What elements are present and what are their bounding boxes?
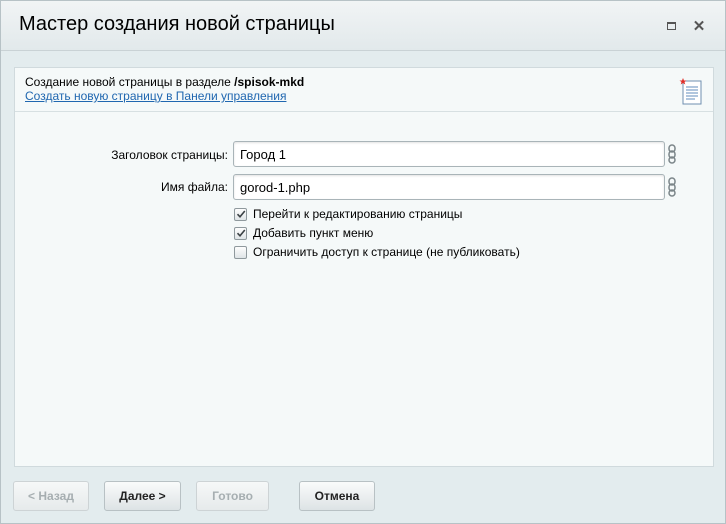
page-title-label: Заголовок страницы: [111, 148, 228, 162]
section-header: Создание новой страницы в разделе /spiso… [15, 68, 713, 112]
checkbox-checked[interactable] [234, 226, 247, 240]
option-add-menu-item[interactable]: Добавить пункт меню [234, 225, 373, 241]
next-button[interactable]: Далее > [104, 481, 181, 511]
file-name-label: Имя файла: [161, 180, 228, 194]
page-title-input[interactable]: Город 1 [233, 141, 665, 167]
option-label: Ограничить доступ к странице (не публико… [253, 245, 520, 259]
maximize-icon[interactable] [663, 18, 679, 34]
wizard-content: Создание новой страницы в разделе /spiso… [14, 67, 714, 467]
section-info: Создание новой страницы в разделе /spiso… [25, 75, 304, 89]
file-name-link-icon[interactable] [667, 177, 677, 197]
checkbox-unchecked[interactable] [234, 245, 247, 259]
new-document-icon [679, 78, 702, 105]
title-bar[interactable]: Мастер создания новой страницы ✕ [1, 1, 725, 51]
checkmark-icon [236, 210, 245, 219]
done-button[interactable]: Готово [196, 481, 269, 511]
option-edit-page[interactable]: Перейти к редактированию страницы [234, 206, 462, 222]
control-panel-link[interactable]: Создать новую страницу в Панели управлен… [25, 89, 286, 103]
page-title-link-icon[interactable] [667, 144, 677, 164]
cancel-button[interactable]: Отмена [299, 481, 375, 511]
file-name-input[interactable]: gorod-1.php [233, 174, 665, 200]
option-label: Добавить пункт меню [253, 226, 374, 240]
wizard-dialog: Мастер создания новой страницы ✕ Создани… [0, 0, 726, 524]
close-icon[interactable]: ✕ [691, 18, 707, 35]
option-restrict-access[interactable]: Ограничить доступ к странице (не публико… [234, 244, 520, 260]
section-path: /spisok-mkd [234, 75, 305, 89]
back-button[interactable]: < Назад [13, 481, 89, 511]
section-prefix: Создание новой страницы в разделе [25, 75, 235, 89]
dialog-title: Мастер создания новой страницы [19, 13, 335, 35]
checkbox-checked[interactable] [234, 207, 247, 221]
option-label: Перейти к редактированию страницы [253, 207, 463, 221]
checkmark-icon [236, 229, 245, 238]
